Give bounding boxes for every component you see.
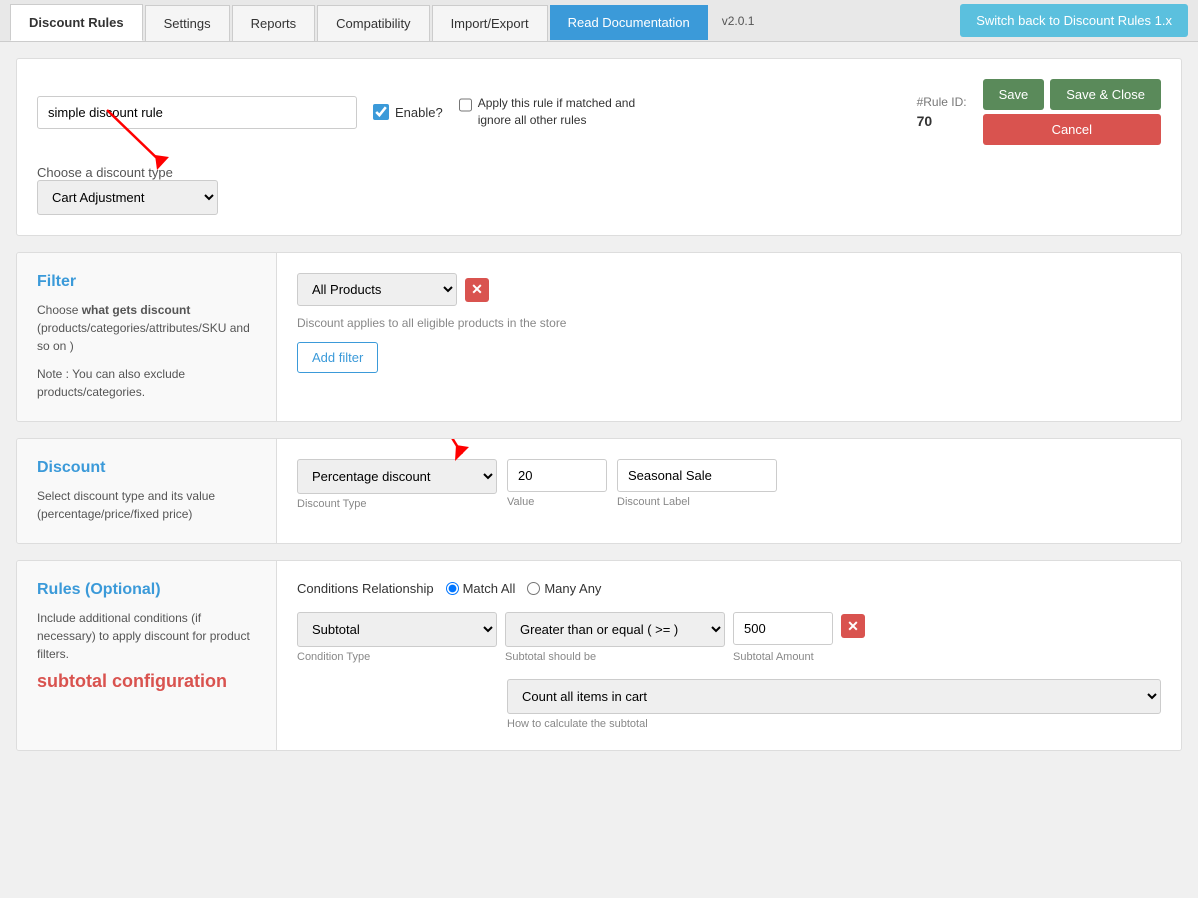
enable-checkbox[interactable] [373, 104, 389, 120]
discount-desc: Select discount type and its value (perc… [37, 487, 256, 523]
switch-btn[interactable]: Switch back to Discount Rules 1.x [960, 4, 1188, 37]
apply-rule-checkbox[interactable] [459, 97, 472, 113]
enable-group: Enable? [373, 104, 443, 120]
discount-label-group: Discount Label [617, 459, 777, 508]
cancel-button[interactable]: Cancel [983, 114, 1161, 145]
remove-filter-button[interactable]: ✕ [465, 278, 489, 302]
filter-section: Filter Choose what gets discount (produc… [16, 252, 1182, 422]
filter-left-col: Filter Choose what gets discount (produc… [17, 253, 277, 421]
apply-rule-text: Apply this rule if matched and ignore al… [478, 95, 659, 129]
discount-type-label: Choose a discount type [37, 165, 173, 180]
filter-desc: Choose what gets discount (products/cate… [37, 301, 256, 355]
tab-compatibility[interactable]: Compatibility [317, 5, 429, 41]
match-all-label[interactable]: Match All [446, 581, 516, 596]
rules-left-col: Rules (Optional) Include additional cond… [17, 561, 277, 750]
condition-op-select[interactable]: Greater than or equal ( >= ) Less than (… [505, 612, 725, 647]
rules-title: Rules (Optional) [37, 581, 256, 599]
subtotal-should-be-label: Subtotal should be [505, 651, 725, 663]
apply-rule-group: Apply this rule if matched and ignore al… [459, 95, 659, 129]
discount-title: Discount [37, 459, 256, 477]
discount-value-field-label: Value [507, 496, 607, 508]
rule-name-card: Enable? Apply this rule if matched and i… [16, 58, 1182, 236]
discount-left-col: Discount Select discount type and its va… [17, 439, 277, 543]
remove-condition-button[interactable]: ✕ [841, 614, 865, 638]
rules-section: Rules (Optional) Include additional cond… [16, 560, 1182, 751]
rules-right-col: Conditions Relationship Match All Many A… [277, 561, 1181, 750]
discount-label-field-label: Discount Label [617, 496, 777, 508]
version-badge: v2.0.1 [716, 14, 761, 28]
tab-bar: Discount Rules Settings Reports Compatib… [0, 0, 1198, 42]
discount-value-group: Value [507, 459, 607, 508]
subtotal-calc-group: Count all items in cart Count unique ite… [507, 679, 1161, 730]
subtotal-annotation: subtotal configuration [37, 671, 256, 692]
match-all-radio[interactable] [446, 582, 459, 595]
filter-right-col: All Products Specific Products Product C… [277, 253, 1181, 421]
enable-label: Enable? [395, 105, 443, 120]
discount-row: Percentage discount Fixed discount Fixed… [297, 459, 1161, 510]
discount-label-input[interactable] [617, 459, 777, 492]
filter-all-products-desc: Discount applies to all eligible product… [297, 316, 1161, 330]
condition-value-input[interactable] [733, 612, 833, 645]
add-filter-button[interactable]: Add filter [297, 342, 378, 373]
conditions-rel-label: Conditions Relationship [297, 581, 434, 596]
discount-type-field-label: Discount Type [297, 498, 497, 510]
discount-right-col: Percentage discount Fixed discount Fixed… [277, 439, 1181, 543]
many-any-radio[interactable] [527, 582, 540, 595]
rule-id-value: 70 [917, 113, 933, 129]
subtotal-how-label: How to calculate the subtotal [507, 718, 1161, 730]
condition-type-label: Condition Type [297, 651, 497, 663]
condition-type-select[interactable]: Subtotal Count items cart Cart Coupon Da… [297, 612, 497, 647]
tab-settings[interactable]: Settings [145, 5, 230, 41]
save-button[interactable]: Save [983, 79, 1045, 110]
rules-desc: Include additional conditions (if necess… [37, 609, 256, 663]
action-buttons: Save Save & Close Cancel [983, 79, 1161, 145]
subtotal-calc-select[interactable]: Count all items in cart Count unique ite… [507, 679, 1161, 714]
match-all-text: Match All [463, 581, 516, 596]
subtotal-amount-label: Subtotal Amount [733, 651, 814, 663]
save-close-button[interactable]: Save & Close [1050, 79, 1161, 110]
many-any-label[interactable]: Many Any [527, 581, 601, 596]
rule-id-group: #Rule ID: 70 [917, 95, 967, 129]
conditions-rel-row: Conditions Relationship Match All Many A… [297, 581, 1161, 596]
filter-title: Filter [37, 273, 256, 291]
discount-type-dropdown[interactable]: Percentage discount Fixed discount Fixed… [297, 459, 497, 494]
rule-id-label: #Rule ID: [917, 95, 967, 109]
many-any-text: Many Any [544, 581, 601, 596]
discount-section: Discount Select discount type and its va… [16, 438, 1182, 544]
tab-reports[interactable]: Reports [232, 5, 316, 41]
read-doc-button[interactable]: Read Documentation [550, 5, 708, 40]
filter-type-select[interactable]: All Products Specific Products Product C… [297, 273, 457, 306]
discount-value-input[interactable] [507, 459, 607, 492]
filter-note: Note : You can also exclude products/cat… [37, 365, 256, 401]
tab-import-export[interactable]: Import/Export [432, 5, 548, 41]
rule-name-row: Enable? Apply this rule if matched and i… [37, 79, 1161, 145]
discount-type-group: Percentage discount Fixed discount Fixed… [297, 459, 497, 510]
main-content: Enable? Apply this rule if matched and i… [0, 42, 1198, 783]
rule-name-input[interactable] [37, 96, 357, 129]
filter-row: All Products Specific Products Product C… [297, 273, 1161, 306]
discount-type-section: Choose a discount type Cart Adjustment P… [37, 165, 1161, 215]
tab-discount-rules[interactable]: Discount Rules [10, 4, 143, 41]
discount-type-select[interactable]: Cart Adjustment Percentage Discount Fixe… [37, 180, 218, 215]
